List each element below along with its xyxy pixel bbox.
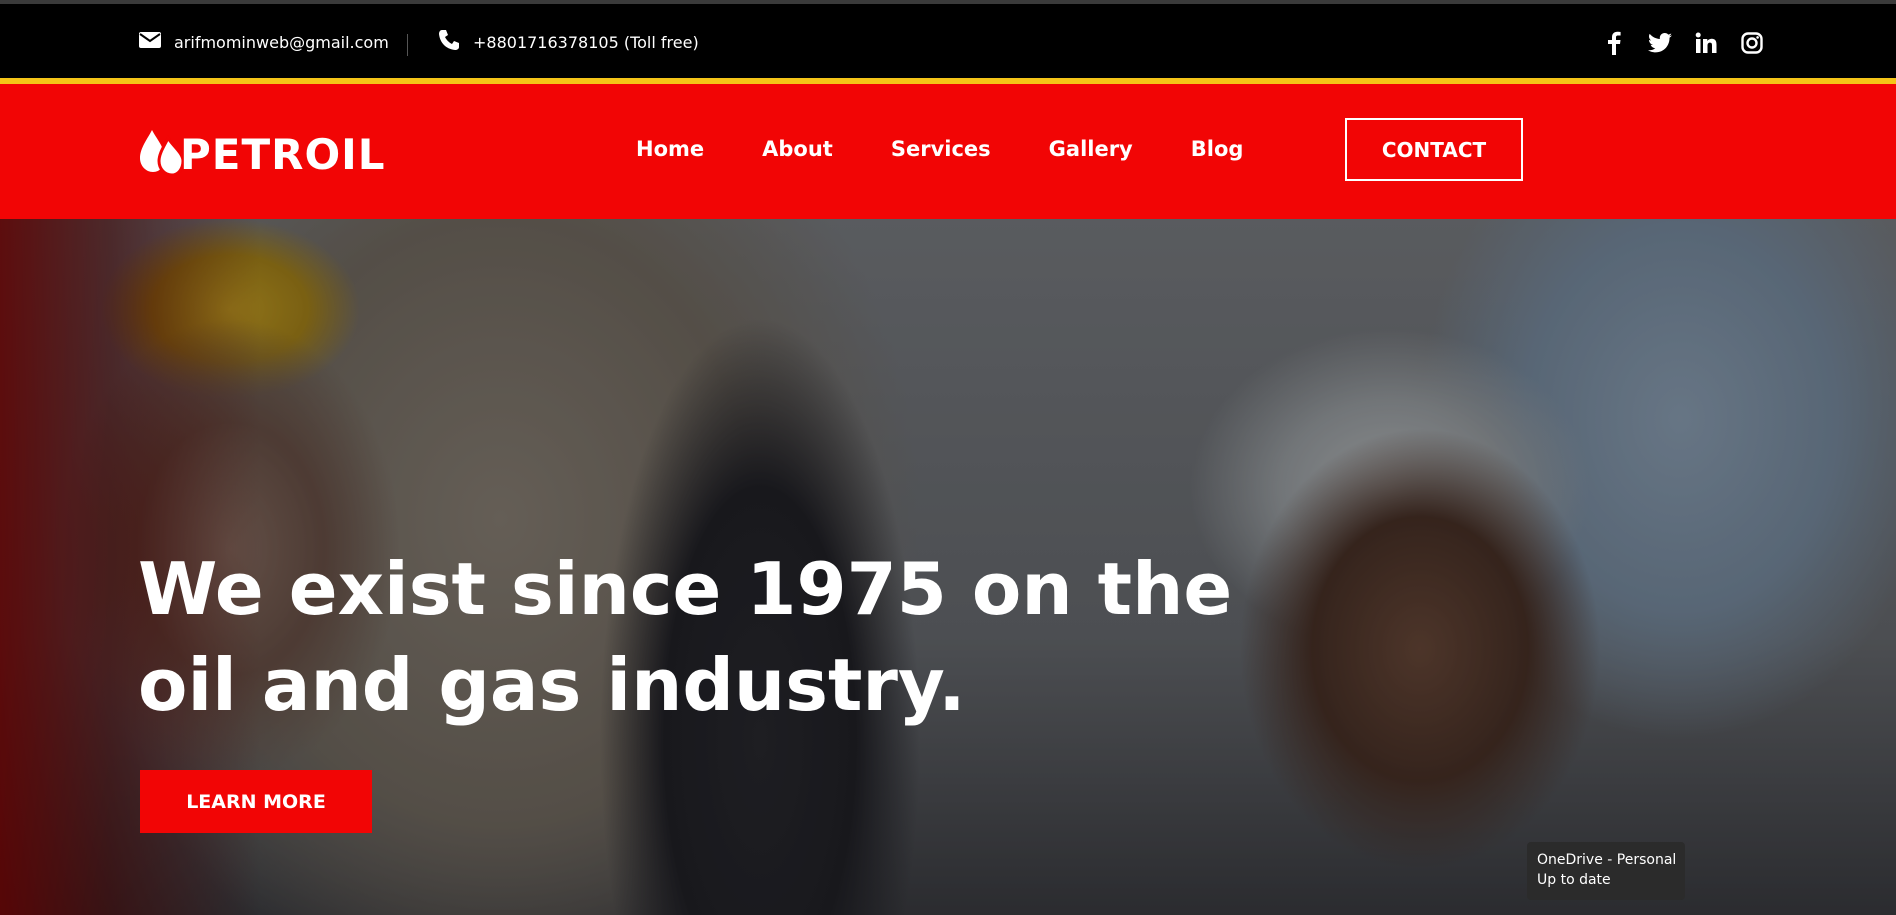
phone-text: +8801716378105 (Toll free): [473, 32, 699, 52]
email-text: arifmominweb@gmail.com: [174, 32, 389, 52]
hero-section: We exist since 1975 on the oil and gas i…: [0, 219, 1896, 915]
onedrive-status-tooltip: OneDrive - Personal Up to date: [1527, 842, 1685, 900]
nav-blog[interactable]: Blog: [1191, 137, 1244, 161]
top-info-bar: arifmominweb@gmail.com +8801716378105 (T…: [0, 4, 1896, 78]
primary-nav: Home About Services Gallery Blog: [636, 137, 1301, 161]
learn-more-button[interactable]: LEARN MORE: [140, 770, 372, 833]
facebook-icon[interactable]: [1602, 30, 1626, 56]
logo-text: PETROIL: [180, 129, 386, 179]
phone-contact[interactable]: +8801716378105 (Toll free): [437, 28, 699, 56]
hero-title-line-1: We exist since 1975 on the: [138, 547, 1233, 631]
main-nav-bar: PETROIL Home About Services Gallery Blog…: [0, 84, 1896, 219]
instagram-icon[interactable]: [1740, 30, 1764, 56]
tooltip-status: Up to date: [1537, 872, 1611, 888]
twitter-icon[interactable]: [1648, 30, 1672, 56]
nav-home[interactable]: Home: [636, 137, 704, 161]
social-links: [1602, 30, 1764, 56]
envelope-icon: [138, 30, 162, 54]
contact-button[interactable]: CONTACT: [1345, 118, 1523, 181]
linkedin-icon[interactable]: [1694, 30, 1718, 56]
divider: [407, 34, 408, 56]
oil-drop-icon: [138, 128, 185, 180]
site-logo[interactable]: PETROIL: [138, 128, 386, 180]
email-contact[interactable]: arifmominweb@gmail.com: [138, 30, 389, 54]
nav-about[interactable]: About: [762, 137, 833, 161]
nav-services[interactable]: Services: [891, 137, 991, 161]
hero-title: We exist since 1975 on the oil and gas i…: [138, 541, 1338, 733]
hero-title-line-2: oil and gas industry.: [138, 643, 966, 727]
nav-gallery[interactable]: Gallery: [1049, 137, 1133, 161]
tooltip-title: OneDrive - Personal: [1537, 852, 1677, 868]
phone-icon: [437, 28, 461, 56]
